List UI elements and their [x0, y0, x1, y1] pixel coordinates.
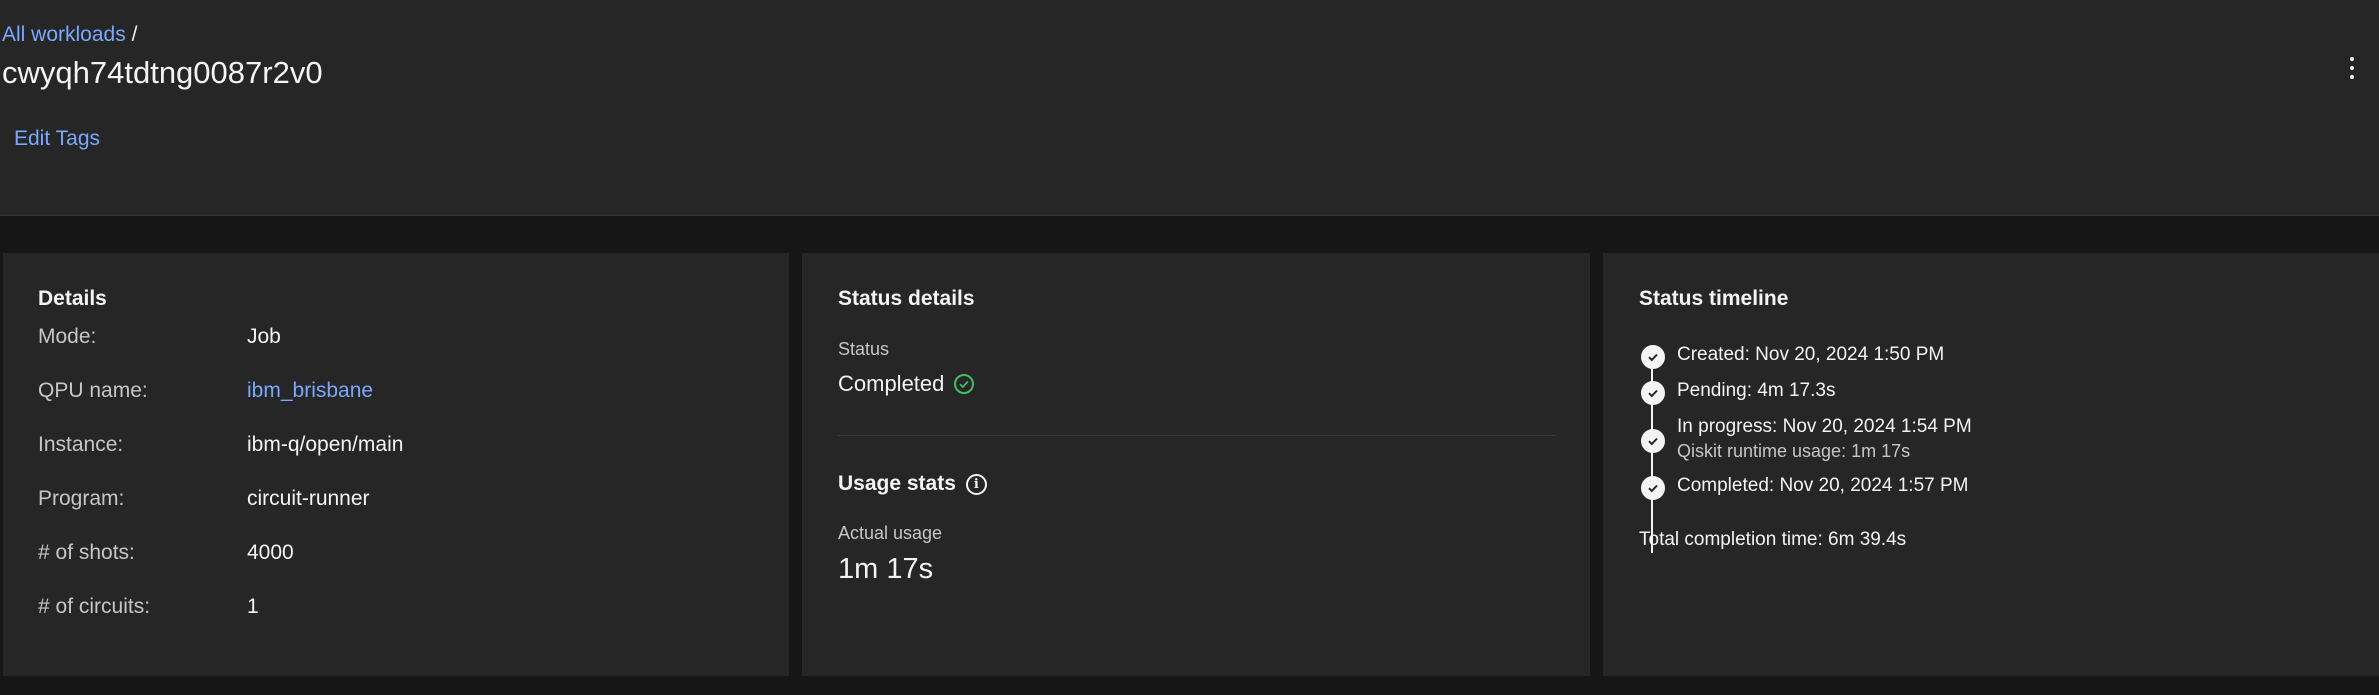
detail-label: # of shots: — [38, 541, 135, 564]
detail-value: circuit-runner — [247, 487, 370, 510]
timeline-event-pending: Pending: 4m 17.3s — [1677, 380, 1836, 401]
detail-value: Job — [247, 325, 281, 348]
details-card: Details Mode: Job QPU name: ibm_brisbane… — [3, 253, 789, 676]
status-timeline-card: Status timeline Created: Nov 20, 2024 1:… — [1603, 253, 2379, 676]
actual-usage-label: Actual usage — [838, 523, 943, 543]
breadcrumb: All workloads / — [2, 22, 137, 48]
status-value: Completed — [838, 371, 975, 397]
detail-value: 1 — [247, 595, 259, 618]
status-text: Completed — [838, 371, 945, 396]
details-title: Details — [38, 287, 107, 310]
timeline-event-created: Created: Nov 20, 2024 1:50 PM — [1677, 344, 1945, 365]
edit-tags-button[interactable]: Edit Tags — [14, 127, 100, 151]
timeline-event-in-progress: In progress: Nov 20, 2024 1:54 PM — [1677, 416, 1972, 437]
information-icon[interactable]: i — [965, 473, 987, 495]
detail-value: 4000 — [247, 541, 294, 564]
detail-label: # of circuits: — [38, 595, 151, 618]
status-label: Status — [838, 339, 890, 359]
total-completion-time: Total completion time: 6m 39.4s — [1639, 529, 1907, 550]
checkmark-icon — [1641, 429, 1665, 453]
timeline-event-completed: Completed: Nov 20, 2024 1:57 PM — [1677, 475, 1969, 496]
status-details-title: Status details — [838, 287, 975, 310]
detail-value: ibm-q/open/main — [247, 433, 404, 456]
breadcrumb-all-workloads-link[interactable]: All workloads — [2, 23, 126, 46]
checkmark-icon — [1641, 476, 1665, 500]
qpu-name-link[interactable]: ibm_brisbane — [247, 377, 373, 405]
actual-usage-value: 1m 17s — [838, 553, 934, 585]
page-header: All workloads / cwyqh74tdtng0087r2v0 Edi… — [0, 0, 2379, 216]
detail-label: Instance: — [38, 433, 124, 456]
checkmark-icon — [1641, 345, 1665, 369]
page-title: cwyqh74tdtng0087r2v0 — [2, 55, 323, 90]
detail-label: Mode: — [38, 325, 97, 348]
usage-stats-title: Usage stats i — [838, 472, 987, 496]
detail-label: Program: — [38, 487, 125, 510]
divider — [838, 435, 1556, 436]
status-details-card: Status details Status Completed Usage st… — [802, 253, 1590, 676]
usage-stats-label: Usage stats — [838, 472, 956, 495]
detail-label: QPU name: — [38, 379, 148, 402]
checkmark-icon — [1641, 381, 1665, 405]
checkmark-outline-icon — [954, 374, 975, 394]
overflow-menu-vertical-icon[interactable] — [2340, 50, 2364, 86]
breadcrumb-separator: / — [131, 23, 138, 46]
status-timeline-title: Status timeline — [1639, 287, 1789, 310]
timeline-event-runtime-usage: Qiskit runtime usage: 1m 17s — [1677, 441, 1911, 461]
